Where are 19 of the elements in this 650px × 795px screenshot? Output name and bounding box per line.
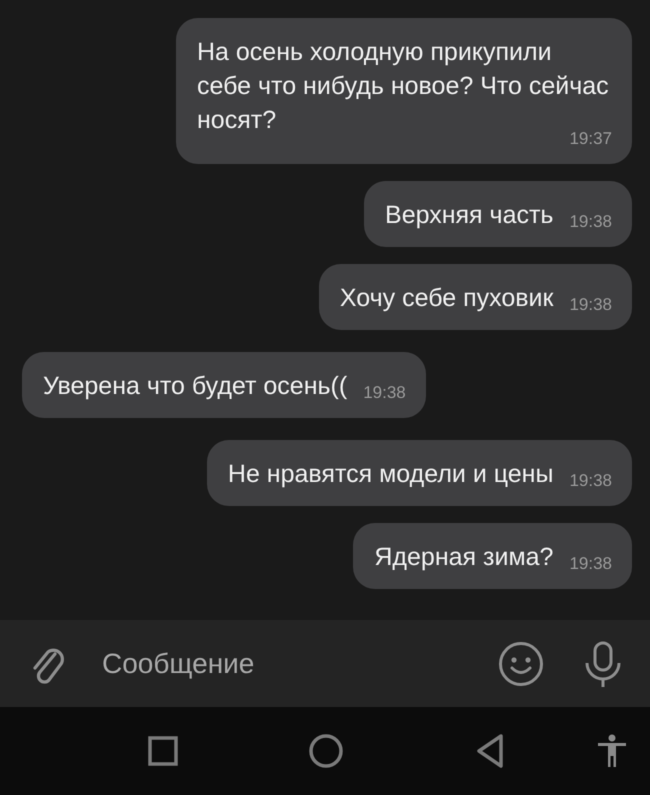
message-time: 19:38 xyxy=(568,212,612,232)
message-text: Не нравятся модели и цены xyxy=(228,459,554,490)
message-text: Ядерная зима? xyxy=(374,542,554,573)
message-time: 19:38 xyxy=(568,471,612,491)
accessibility-icon[interactable] xyxy=(597,734,627,768)
home-icon[interactable] xyxy=(309,734,343,768)
emoji-icon[interactable] xyxy=(498,640,544,686)
message-bar[interactable]: Сообщение xyxy=(0,620,650,707)
message-text: Хочу себе пуховик xyxy=(340,283,554,314)
message-input[interactable]: Сообщение xyxy=(102,644,498,684)
message-text: Уверена что будет осень(( xyxy=(43,371,348,402)
message-time: 19:37 xyxy=(568,129,612,149)
microphone-icon[interactable] xyxy=(584,640,622,686)
message-text: Верхняя часть xyxy=(385,200,554,231)
message-time: 19:38 xyxy=(568,295,612,315)
recents-icon[interactable] xyxy=(148,736,178,766)
back-icon[interactable] xyxy=(476,734,504,768)
message-time: 19:38 xyxy=(362,383,406,403)
message-time: 19:38 xyxy=(568,554,612,574)
